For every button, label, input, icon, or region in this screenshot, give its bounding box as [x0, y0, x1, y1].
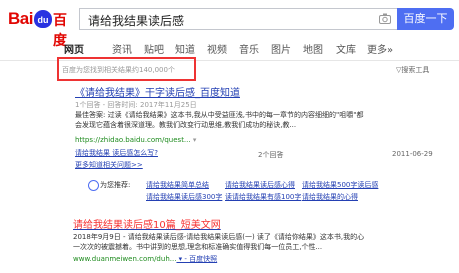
annotation-highlight-box — [57, 57, 196, 81]
answer-count: 2个回答 — [258, 151, 284, 159]
result-url-text: https://zhidao.baidu.com/quest... — [75, 136, 191, 144]
result-snippet-line: 最佳答案: 过读《请给我结果》这本书,我从中受益匪浅,书中的每一章节的内容细细的… — [75, 111, 364, 119]
answer-date: 2011-06-29 — [392, 150, 433, 158]
recommend-label: 为您推荐: — [100, 181, 131, 189]
result-url[interactable]: www.duanmeiwen.com/duh... ▾ - 百度快照 — [73, 254, 217, 264]
recommend-link[interactable]: 请给我结果读后感300字 — [146, 192, 222, 202]
paw-icon: du — [34, 10, 52, 28]
tab-tieba[interactable]: 贴吧 — [144, 41, 164, 56]
snapshot-link[interactable]: ▾ - 百度快照 — [176, 255, 218, 263]
more-questions-link[interactable]: 更多知道相关问题>> — [75, 160, 143, 170]
tab-wenku[interactable]: 文库 — [336, 41, 356, 56]
tab-map[interactable]: 地图 — [303, 41, 323, 56]
result-snippet-line: 一次次的被震撼着。书中讲到的思想,理念和标准确实值得我们每一位员工,个性... — [73, 243, 323, 251]
result-title-text: 请给我结果读后感10篇_短美文网 — [73, 220, 221, 231]
recommendations-box: 为您推荐: 请给我结果简单总结 请给我结果读后感心得 请给我结果500字读后感 … — [62, 178, 402, 208]
recommend-link[interactable]: 请给我结果读后感心得 — [225, 180, 295, 190]
tab-music[interactable]: 音乐 — [239, 41, 259, 56]
result-snippet-line: 会发现它蕴含着很深道理。教我们改变行动思维,教我们成功的秘诀,教... — [75, 121, 297, 129]
camera-icon[interactable] — [379, 13, 391, 24]
result-meta: 1个回答 - 回答时间: 2017年11月25日 — [75, 101, 197, 109]
recommend-icon — [88, 180, 99, 191]
recommend-link[interactable]: 请给我结果的心得 — [302, 192, 358, 202]
logo-bai-text: Bai — [8, 9, 33, 28]
search-input[interactable]: 请给我结果读后感 — [79, 8, 397, 30]
baidu-logo[interactable]: Bai du 百度 — [8, 9, 78, 49]
result-snippet-line: 2018年9月9日 - 请给我结果读后感-请给我结果读后感(一) 读了《请给你结… — [73, 233, 365, 241]
dropdown-caret-icon[interactable]: ▾ — [191, 136, 197, 144]
tab-web[interactable]: 网页 — [64, 41, 84, 56]
result-url-text: www.duanmeiwen.com/duh... — [73, 255, 177, 263]
search-query: 请给我结果读后感 — [88, 14, 185, 28]
tab-more[interactable]: 更多» — [367, 41, 393, 56]
search-button[interactable]: 百度一下 — [397, 8, 454, 30]
result-url[interactable]: https://zhidao.baidu.com/quest... ▾ — [75, 136, 196, 144]
tab-news[interactable]: 资讯 — [112, 41, 132, 56]
search-tools-button[interactable]: ▽搜索工具 — [396, 65, 429, 75]
tab-video[interactable]: 视频 — [207, 41, 227, 56]
recommend-link[interactable]: 请给我结果500字读后感 — [302, 180, 378, 190]
tab-zhidao[interactable]: 知道 — [175, 41, 195, 56]
related-question-link[interactable]: 请给我结果 读后感怎么写? — [75, 148, 158, 158]
result-title[interactable]: 《请给我结果》干字读后感_百度知道 — [75, 84, 240, 99]
result-title-text: 《请给我结果》干字读后感_百度知道 — [75, 88, 240, 99]
recommend-link[interactable]: 读请给我结果有感100字 — [225, 192, 301, 202]
result-title[interactable]: 请给我结果读后感10篇_短美文网 — [73, 216, 221, 231]
tab-images[interactable]: 图片 — [271, 41, 291, 56]
recommend-link[interactable]: 请给我结果简单总结 — [146, 180, 209, 190]
